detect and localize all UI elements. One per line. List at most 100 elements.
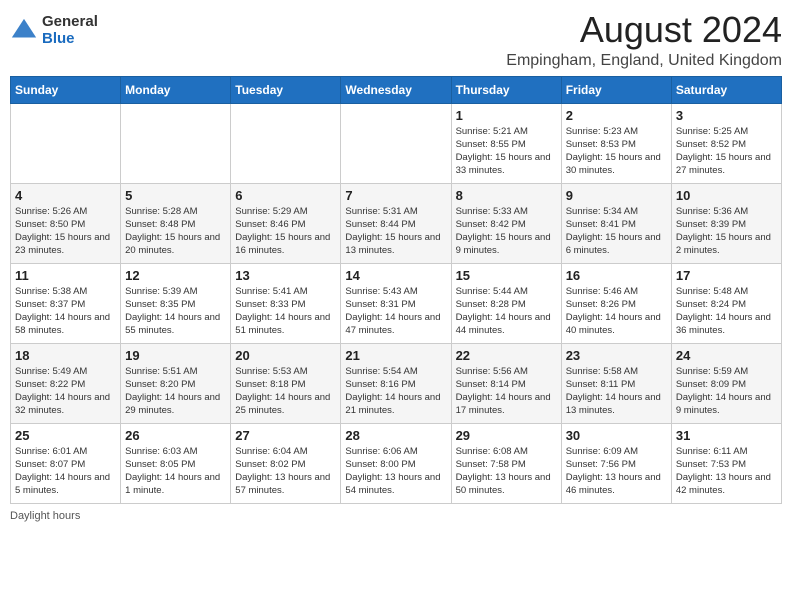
- day-info: Sunrise: 6:08 AM Sunset: 7:58 PM Dayligh…: [456, 445, 557, 498]
- day-number: 30: [566, 428, 667, 443]
- page-title: August 2024: [506, 10, 782, 50]
- day-number: 31: [676, 428, 777, 443]
- day-number: 19: [125, 348, 226, 363]
- calendar-cell: 23 Sunrise: 5:58 AM Sunset: 8:11 PM Dayli…: [561, 343, 671, 423]
- day-info: Sunrise: 5:48 AM Sunset: 8:24 PM Dayligh…: [676, 285, 777, 338]
- day-number: 7: [345, 188, 446, 203]
- calendar-cell: 22 Sunrise: 5:56 AM Sunset: 8:14 PM Dayli…: [451, 343, 561, 423]
- day-info: Sunrise: 5:59 AM Sunset: 8:09 PM Dayligh…: [676, 365, 777, 418]
- calendar-week-row: 18 Sunrise: 5:49 AM Sunset: 8:22 PM Dayli…: [11, 343, 782, 423]
- calendar-cell: 12 Sunrise: 5:39 AM Sunset: 8:35 PM Dayli…: [121, 263, 231, 343]
- calendar-cell: 24 Sunrise: 5:59 AM Sunset: 8:09 PM Dayli…: [671, 343, 781, 423]
- calendar-day-header: Tuesday: [231, 76, 341, 103]
- day-info: Sunrise: 5:26 AM Sunset: 8:50 PM Dayligh…: [15, 205, 116, 258]
- day-number: 20: [235, 348, 336, 363]
- calendar-week-row: 4 Sunrise: 5:26 AM Sunset: 8:50 PM Daylig…: [11, 183, 782, 263]
- calendar-day-header: Friday: [561, 76, 671, 103]
- day-info: Sunrise: 5:46 AM Sunset: 8:26 PM Dayligh…: [566, 285, 667, 338]
- day-number: 27: [235, 428, 336, 443]
- calendar-cell: 1 Sunrise: 5:21 AM Sunset: 8:55 PM Daylig…: [451, 103, 561, 183]
- calendar-cell: 8 Sunrise: 5:33 AM Sunset: 8:42 PM Daylig…: [451, 183, 561, 263]
- day-number: 26: [125, 428, 226, 443]
- day-info: Sunrise: 5:54 AM Sunset: 8:16 PM Dayligh…: [345, 365, 446, 418]
- day-number: 23: [566, 348, 667, 363]
- calendar-cell: 9 Sunrise: 5:34 AM Sunset: 8:41 PM Daylig…: [561, 183, 671, 263]
- calendar-cell: 25 Sunrise: 6:01 AM Sunset: 8:07 PM Dayli…: [11, 423, 121, 503]
- day-info: Sunrise: 5:21 AM Sunset: 8:55 PM Dayligh…: [456, 125, 557, 178]
- calendar-cell: 16 Sunrise: 5:46 AM Sunset: 8:26 PM Dayli…: [561, 263, 671, 343]
- day-info: Sunrise: 6:04 AM Sunset: 8:02 PM Dayligh…: [235, 445, 336, 498]
- calendar-cell: 29 Sunrise: 6:08 AM Sunset: 7:58 PM Dayli…: [451, 423, 561, 503]
- day-info: Sunrise: 5:58 AM Sunset: 8:11 PM Dayligh…: [566, 365, 667, 418]
- day-number: 24: [676, 348, 777, 363]
- day-info: Sunrise: 5:33 AM Sunset: 8:42 PM Dayligh…: [456, 205, 557, 258]
- header: General Blue August 2024 Empingham, Engl…: [10, 10, 782, 70]
- day-number: 2: [566, 108, 667, 123]
- day-number: 13: [235, 268, 336, 283]
- day-number: 18: [15, 348, 116, 363]
- calendar-cell: [121, 103, 231, 183]
- calendar-day-header: Monday: [121, 76, 231, 103]
- calendar-cell: 4 Sunrise: 5:26 AM Sunset: 8:50 PM Daylig…: [11, 183, 121, 263]
- calendar-cell: 10 Sunrise: 5:36 AM Sunset: 8:39 PM Dayli…: [671, 183, 781, 263]
- calendar-cell: 3 Sunrise: 5:25 AM Sunset: 8:52 PM Daylig…: [671, 103, 781, 183]
- calendar-cell: 15Sunrise: 5:44 AM Sunset: 8:28 PM Dayli…: [451, 263, 561, 343]
- calendar-cell: 31Sunrise: 6:11 AM Sunset: 7:53 PM Dayli…: [671, 423, 781, 503]
- calendar-day-header: Wednesday: [341, 76, 451, 103]
- day-info: Sunrise: 5:56 AM Sunset: 8:14 PM Dayligh…: [456, 365, 557, 418]
- day-number: 22: [456, 348, 557, 363]
- day-number: 12: [125, 268, 226, 283]
- logo-general: General: [42, 14, 98, 31]
- day-number: 17: [676, 268, 777, 283]
- day-info: Sunrise: 5:25 AM Sunset: 8:52 PM Dayligh…: [676, 125, 777, 178]
- calendar-cell: 14Sunrise: 5:43 AM Sunset: 8:31 PM Dayli…: [341, 263, 451, 343]
- calendar-cell: 27 Sunrise: 6:04 AM Sunset: 8:02 PM Dayli…: [231, 423, 341, 503]
- calendar-body: 1 Sunrise: 5:21 AM Sunset: 8:55 PM Daylig…: [11, 103, 782, 503]
- day-info: Sunrise: 5:29 AM Sunset: 8:46 PM Dayligh…: [235, 205, 336, 258]
- day-number: 6: [235, 188, 336, 203]
- day-info: Sunrise: 5:34 AM Sunset: 8:41 PM Dayligh…: [566, 205, 667, 258]
- day-info: Sunrise: 5:36 AM Sunset: 8:39 PM Dayligh…: [676, 205, 777, 258]
- day-number: 15: [456, 268, 557, 283]
- day-info: Sunrise: 5:41 AM Sunset: 8:33 PM Dayligh…: [235, 285, 336, 338]
- day-info: Sunrise: 5:38 AM Sunset: 8:37 PM Dayligh…: [15, 285, 116, 338]
- day-info: Sunrise: 6:06 AM Sunset: 8:00 PM Dayligh…: [345, 445, 446, 498]
- day-number: 3: [676, 108, 777, 123]
- calendar-cell: 2Sunrise: 5:23 AM Sunset: 8:53 PM Daylig…: [561, 103, 671, 183]
- day-info: Sunrise: 6:01 AM Sunset: 8:07 PM Dayligh…: [15, 445, 116, 498]
- day-number: 21: [345, 348, 446, 363]
- footer-note: Daylight hours: [10, 510, 782, 522]
- calendar-cell: 18 Sunrise: 5:49 AM Sunset: 8:22 PM Dayli…: [11, 343, 121, 423]
- calendar-week-row: 25 Sunrise: 6:01 AM Sunset: 8:07 PM Dayli…: [11, 423, 782, 503]
- day-info: Sunrise: 6:03 AM Sunset: 8:05 PM Dayligh…: [125, 445, 226, 498]
- logo-blue: Blue: [42, 31, 98, 48]
- day-number: 25: [15, 428, 116, 443]
- day-info: Sunrise: 5:39 AM Sunset: 8:35 PM Dayligh…: [125, 285, 226, 338]
- day-number: 16: [566, 268, 667, 283]
- calendar-day-header: Saturday: [671, 76, 781, 103]
- day-number: 29: [456, 428, 557, 443]
- day-number: 5: [125, 188, 226, 203]
- calendar-cell: 17 Sunrise: 5:48 AM Sunset: 8:24 PM Dayli…: [671, 263, 781, 343]
- day-number: 8: [456, 188, 557, 203]
- calendar-day-header: Thursday: [451, 76, 561, 103]
- calendar-cell: [11, 103, 121, 183]
- calendar-cell: [341, 103, 451, 183]
- day-number: 10: [676, 188, 777, 203]
- day-info: Sunrise: 5:49 AM Sunset: 8:22 PM Dayligh…: [15, 365, 116, 418]
- calendar-week-row: 1 Sunrise: 5:21 AM Sunset: 8:55 PM Daylig…: [11, 103, 782, 183]
- day-info: Sunrise: 5:28 AM Sunset: 8:48 PM Dayligh…: [125, 205, 226, 258]
- calendar-cell: 28Sunrise: 6:06 AM Sunset: 8:00 PM Dayli…: [341, 423, 451, 503]
- day-number: 9: [566, 188, 667, 203]
- day-info: Sunrise: 6:09 AM Sunset: 7:56 PM Dayligh…: [566, 445, 667, 498]
- calendar-cell: 7 Sunrise: 5:31 AM Sunset: 8:44 PM Daylig…: [341, 183, 451, 263]
- logo-text: General Blue: [42, 14, 98, 47]
- calendar-cell: 20Sunrise: 5:53 AM Sunset: 8:18 PM Dayli…: [231, 343, 341, 423]
- calendar-cell: 19Sunrise: 5:51 AM Sunset: 8:20 PM Dayli…: [121, 343, 231, 423]
- calendar-table: SundayMondayTuesdayWednesdayThursdayFrid…: [10, 76, 782, 504]
- day-info: Sunrise: 5:31 AM Sunset: 8:44 PM Dayligh…: [345, 205, 446, 258]
- calendar-day-header: Sunday: [11, 76, 121, 103]
- day-number: 1: [456, 108, 557, 123]
- calendar-cell: 6 Sunrise: 5:29 AM Sunset: 8:46 PM Daylig…: [231, 183, 341, 263]
- day-number: 4: [15, 188, 116, 203]
